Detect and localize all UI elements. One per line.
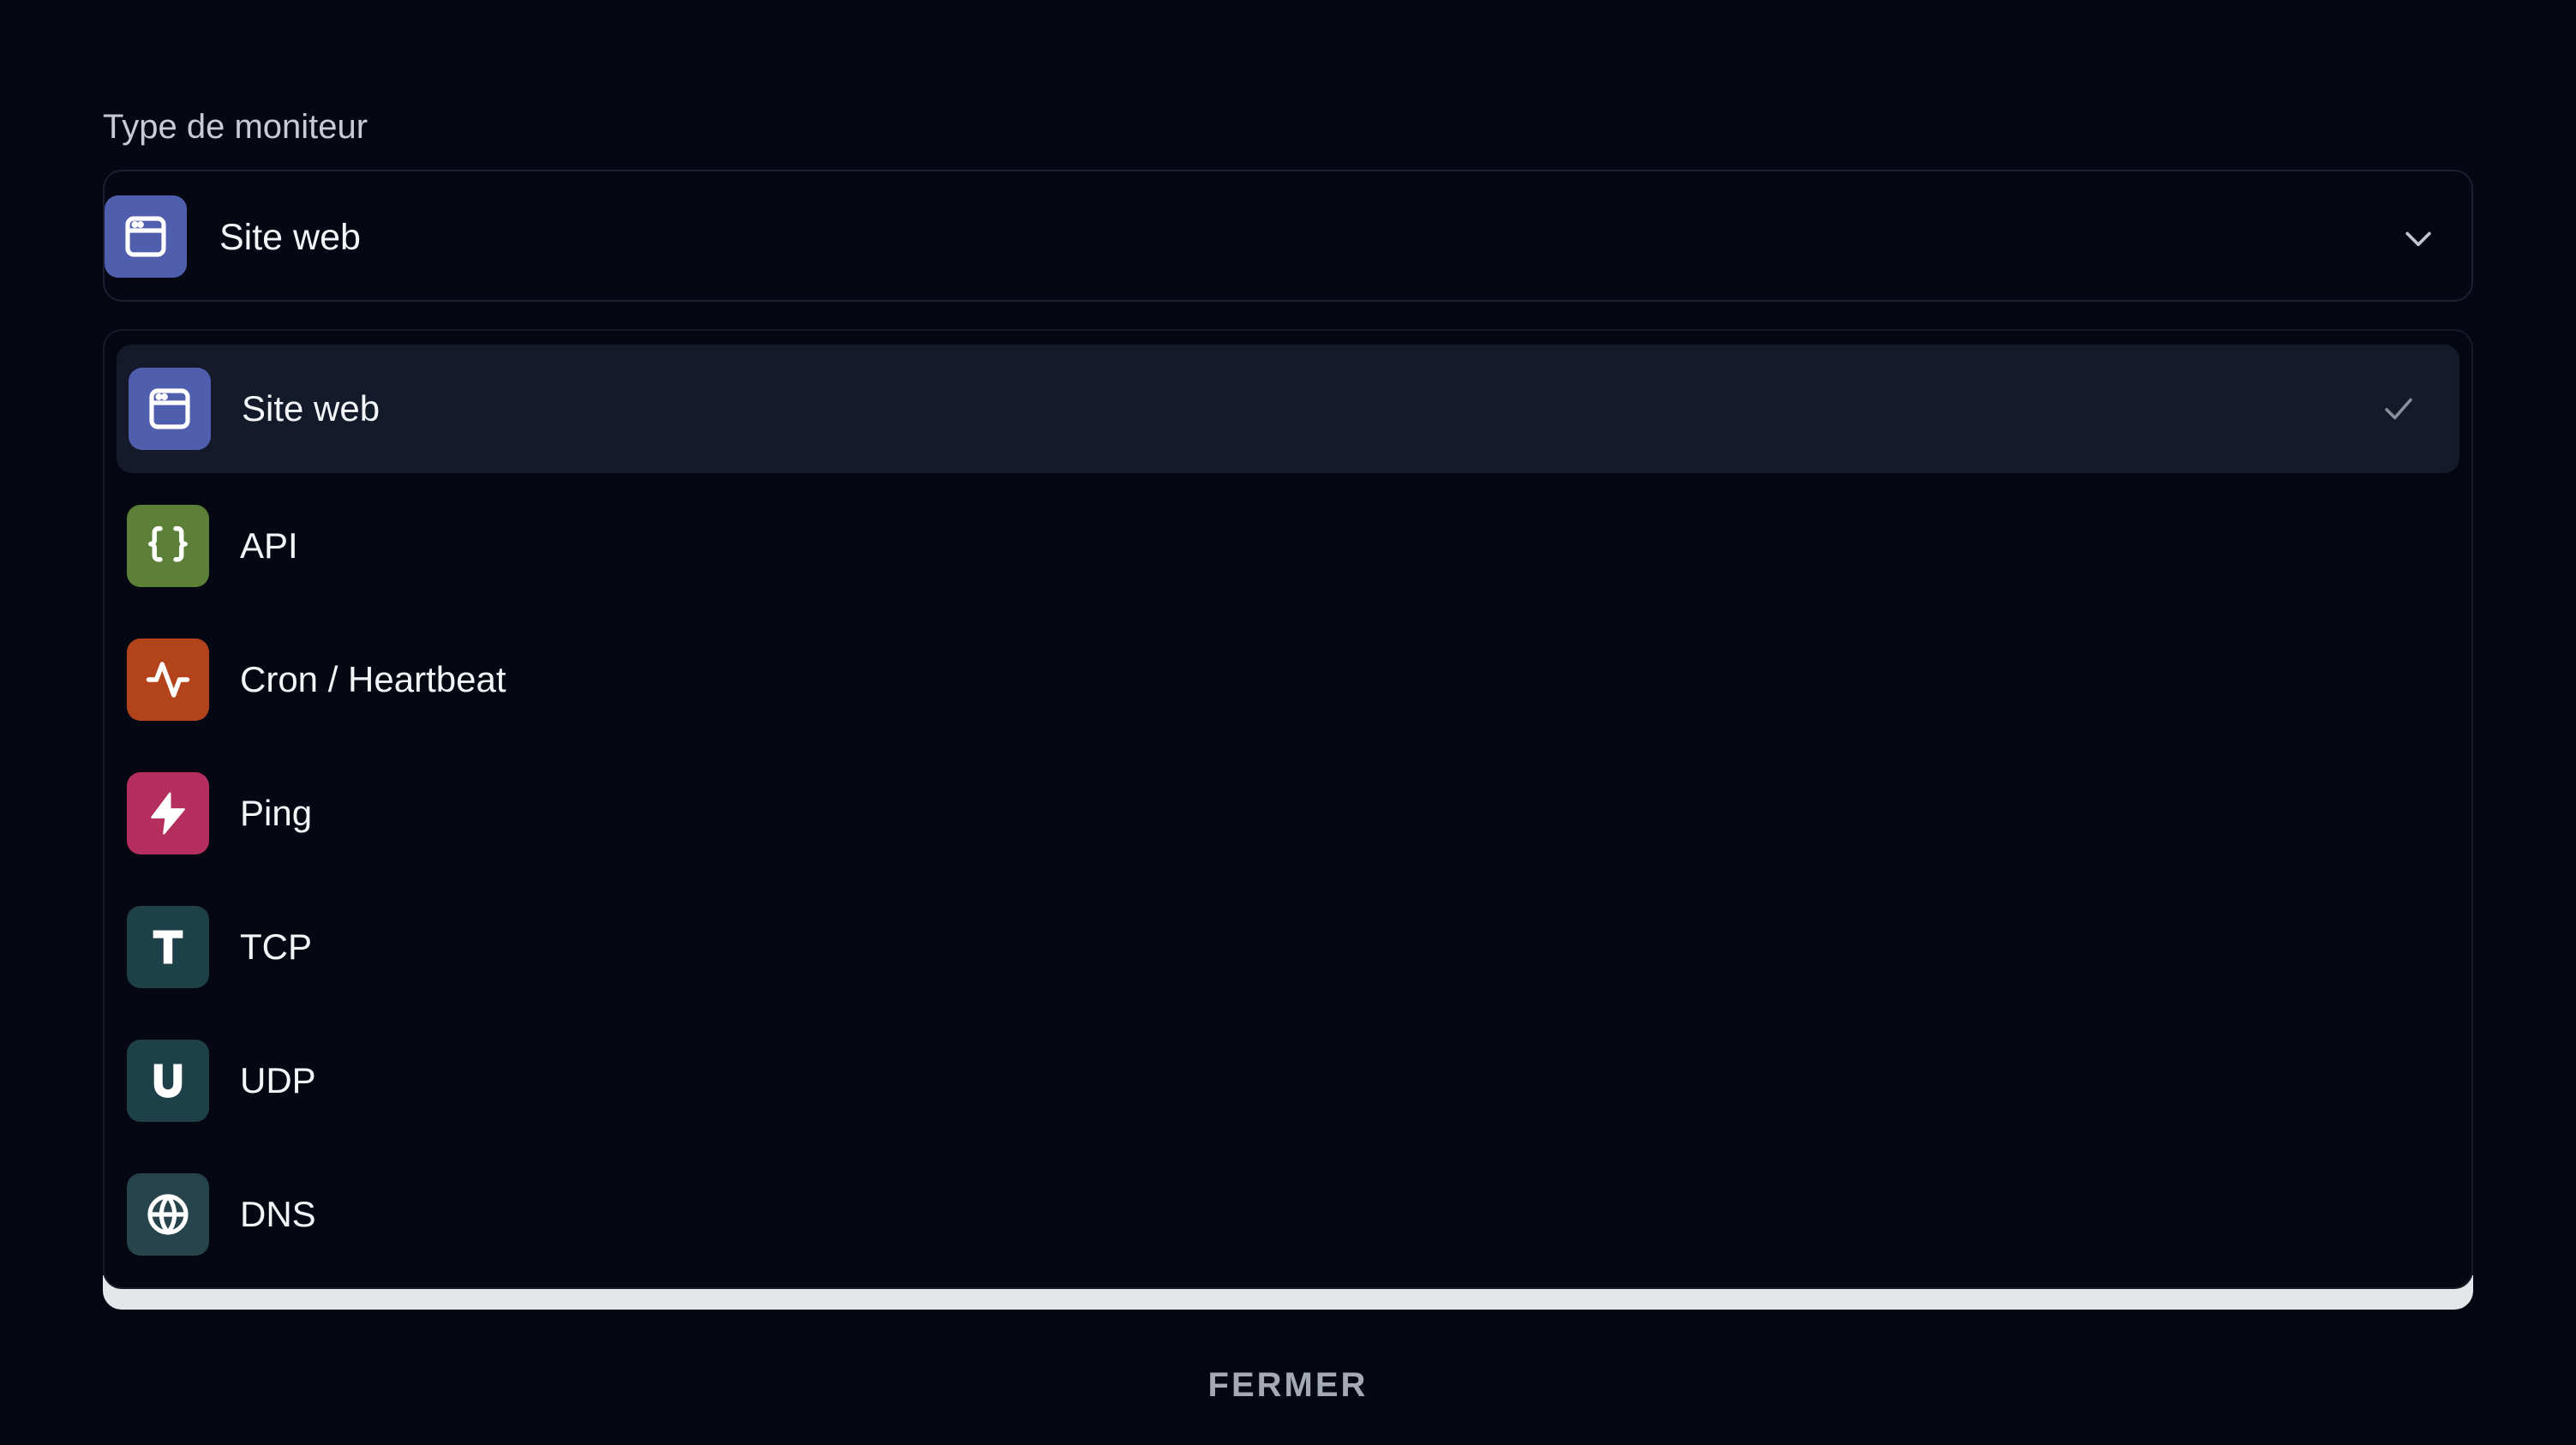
selected-value: Site web <box>219 217 361 258</box>
monitor-type-select[interactable]: Site web <box>103 170 2473 302</box>
option-label: Site web <box>242 388 380 429</box>
option-api[interactable]: API <box>117 482 2459 610</box>
lightning-icon <box>127 772 209 854</box>
option-label: TCP <box>240 926 312 967</box>
option-site-web[interactable]: Site web <box>117 345 2459 473</box>
option-tcp[interactable]: TCP <box>117 883 2459 1011</box>
option-ping[interactable]: Ping <box>117 749 2459 878</box>
option-udp[interactable]: UDP <box>117 1016 2459 1145</box>
close-button[interactable]: FERMER <box>1200 1359 1376 1411</box>
letter-u-icon <box>127 1040 209 1122</box>
option-dns[interactable]: DNS <box>117 1150 2459 1279</box>
option-label: Cron / Heartbeat <box>240 659 506 699</box>
braces-icon <box>127 505 209 587</box>
option-label: DNS <box>240 1194 316 1234</box>
monitor-type-dropdown: Site web API Cron / Heartbeat Ping TCP U… <box>103 329 2473 1289</box>
option-cron-heartbeat[interactable]: Cron / Heartbeat <box>117 615 2459 744</box>
browser-window-icon <box>129 368 211 450</box>
activity-icon <box>127 639 209 721</box>
globe-icon <box>127 1173 209 1256</box>
option-label: Ping <box>240 793 313 833</box>
letter-t-icon <box>127 906 209 988</box>
chevron-down-icon[interactable] <box>2399 219 2437 257</box>
browser-window-icon <box>105 195 187 278</box>
option-label: API <box>240 525 298 566</box>
monitor-type-label: Type de moniteur <box>103 108 368 146</box>
check-icon <box>2385 398 2412 420</box>
option-label: UDP <box>240 1060 316 1100</box>
monitor-type-modal: Type de moniteur Site web Site web API C… <box>0 0 2576 1445</box>
